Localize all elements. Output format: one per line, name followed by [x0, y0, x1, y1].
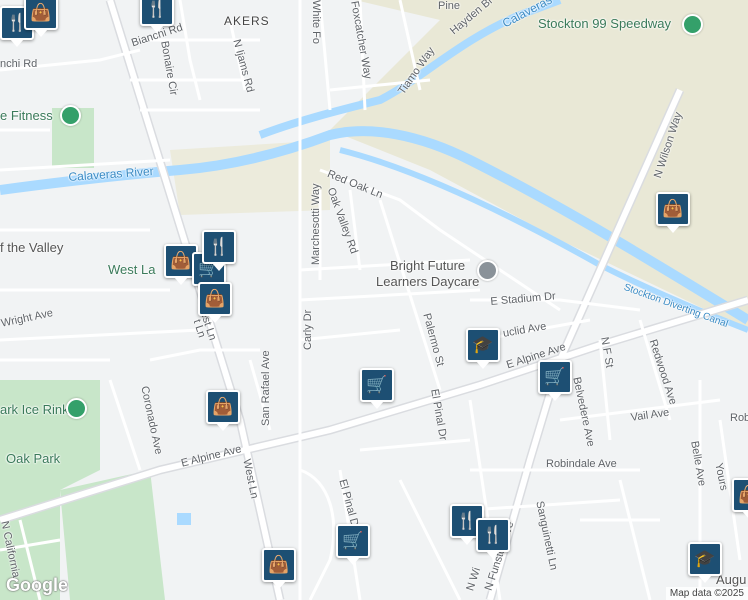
bright-future-label-2: Learners Daycare — [376, 274, 480, 289]
sandy-area — [170, 140, 330, 215]
restaurant-pin-icon[interactable]: 🍴 — [140, 0, 174, 33]
daycare-poi-icon[interactable] — [477, 260, 498, 281]
shopping-bag-pin-icon[interactable]: 👜 — [732, 478, 748, 519]
shopping-bag-pin-icon[interactable]: 👜 — [206, 390, 240, 431]
graduation-cap-pin-icon[interactable]: 🎓 — [688, 542, 722, 583]
bianchi-rd-label-2: nchi Rd — [0, 58, 38, 70]
akers-label: AKERS — [224, 14, 270, 28]
map-canvas[interactable] — [0, 0, 748, 600]
san-rafael-ave-label: San Rafael Ave — [260, 350, 272, 426]
robindale-ave-label: Robindale Ave — [546, 458, 617, 470]
restaurant-pin-icon[interactable]: 🍴 — [202, 230, 236, 271]
shopping-bag-pin-icon[interactable]: 👜 — [198, 282, 232, 323]
carly-dr-label: Carly Dr — [302, 309, 314, 350]
shopping-cart-pin-icon[interactable]: 🛒 — [336, 524, 370, 565]
bright-future-label-1: Bright Future — [390, 258, 466, 273]
speedway-poi-icon[interactable] — [682, 14, 703, 35]
google-logo: Google — [6, 575, 68, 595]
of-the-valley-label: f the Valley — [0, 240, 64, 255]
fitness-poi-icon[interactable] — [60, 105, 81, 126]
pond — [177, 513, 191, 525]
ice-rink-poi-icon[interactable] — [66, 398, 87, 419]
shopping-cart-pin-icon[interactable]: 🛒 — [360, 368, 394, 409]
pine-label: Pine — [438, 0, 461, 12]
ice-rink-label: ark Ice Rink — [0, 402, 69, 417]
graduation-cap-pin-icon[interactable]: 🎓 — [466, 328, 500, 369]
white-fox-label: White Fo — [310, 0, 322, 45]
rob-label: Rob — [730, 412, 748, 424]
fitness-label: e Fitness — [0, 108, 53, 123]
marchesotti-way-label: Marchesotti Way — [310, 183, 322, 265]
stockton-99-speedway-label: Stockton 99 Speedway — [538, 16, 671, 31]
shopping-bag-pin-icon[interactable]: 👜 — [24, 0, 58, 37]
map-attribution[interactable]: Map data ©2025 — [665, 587, 748, 600]
west-lane-label: West La — [108, 262, 156, 277]
shopping-bag-pin-icon[interactable]: 👜 — [656, 192, 690, 233]
shopping-bag-pin-icon[interactable]: 👜 — [262, 548, 296, 589]
oak-park-label: Oak Park — [6, 451, 61, 466]
shopping-cart-pin-icon[interactable]: 🛒 — [538, 360, 572, 401]
restaurant-pin-icon[interactable]: 🍴 — [476, 518, 510, 559]
